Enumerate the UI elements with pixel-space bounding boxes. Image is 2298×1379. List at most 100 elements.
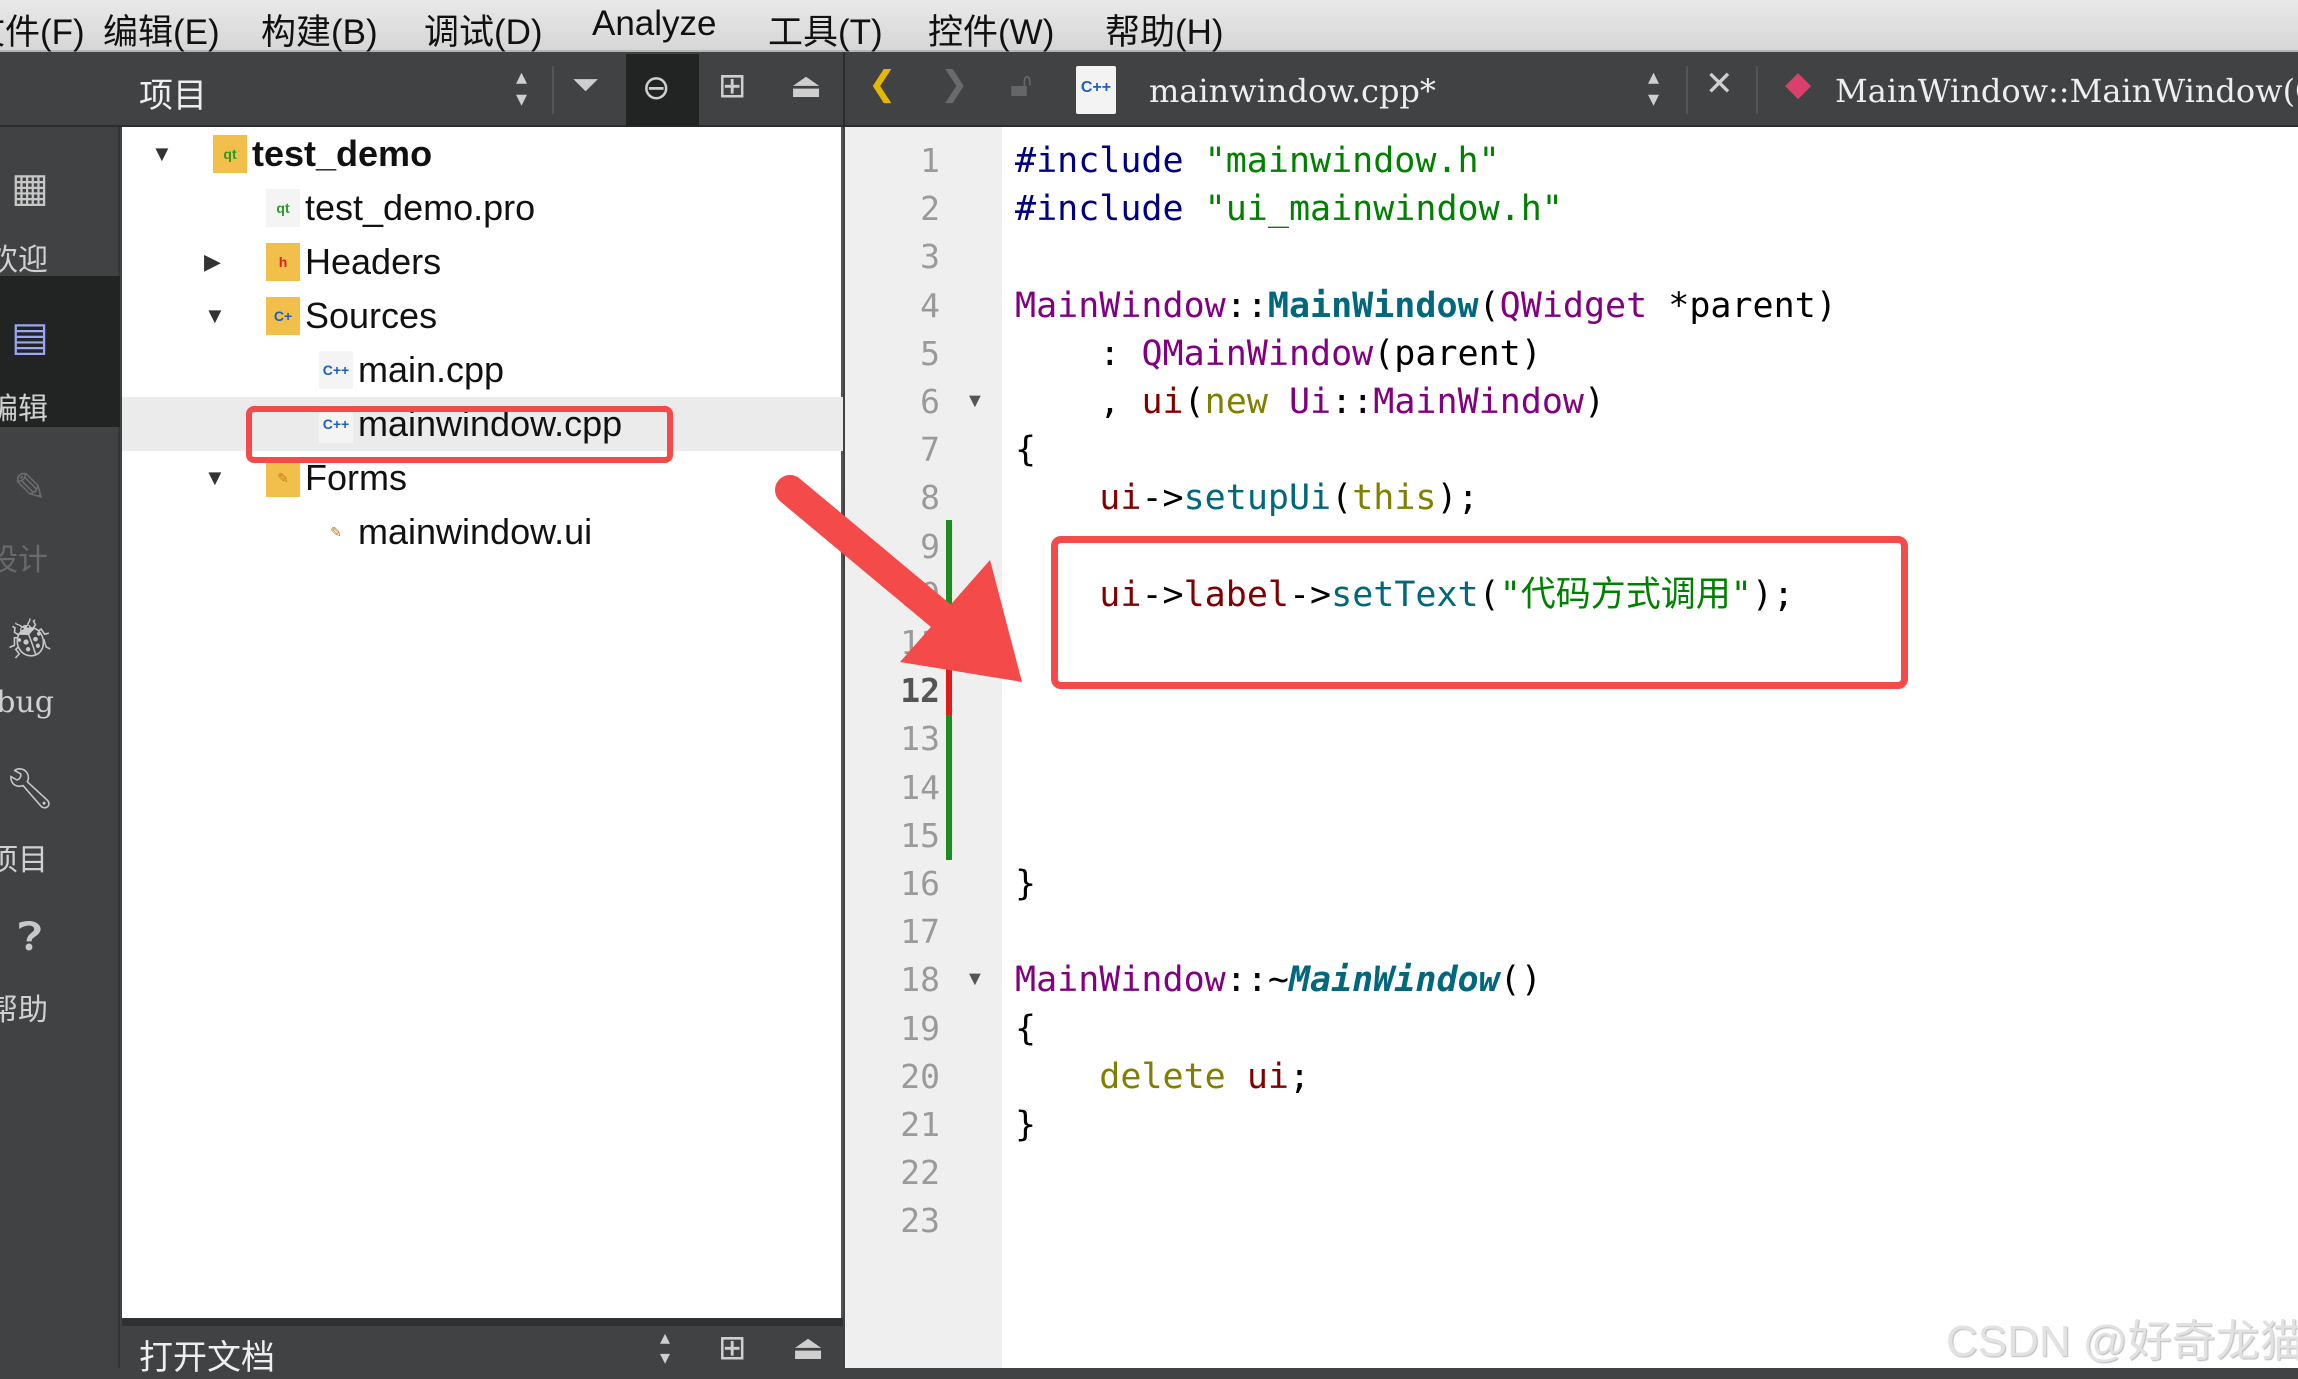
code-token: this	[1352, 478, 1437, 519]
line-number: 13	[900, 719, 940, 759]
code-token: MainWindow	[1015, 960, 1226, 1001]
menu-help[interactable]: 帮助(H)	[1105, 4, 1224, 55]
menu-debug[interactable]: 调试(D)	[424, 4, 543, 55]
code-token: setupUi	[1183, 478, 1332, 519]
code-token: ->	[1141, 478, 1184, 519]
code-token: ::	[1331, 382, 1374, 422]
expand-arrow-icon[interactable]: ▼	[151, 141, 173, 167]
code-line[interactable]: }	[1015, 1101, 1036, 1149]
back-icon[interactable]: ❮	[868, 64, 897, 104]
collapse-icon[interactable]: ⏏	[790, 66, 822, 106]
code-token: :	[1015, 333, 1142, 374]
mode-0[interactable]: ▦ 欢迎	[0, 127, 120, 277]
code-token: ::~	[1225, 960, 1289, 1001]
code-line[interactable]: MainWindow::~MainWindow()	[1015, 956, 1542, 1004]
mode-1[interactable]: ▤ 编辑	[0, 276, 120, 427]
filter-icon[interactable]: ⏷	[572, 66, 599, 105]
open-documents-title: 打开文档	[139, 1339, 275, 1377]
document-switch-icon[interactable]: ▴ ▾	[1648, 66, 1659, 110]
tree-item-label: mainwindow.ui	[358, 511, 593, 552]
menu-tools[interactable]: 工具(T)	[768, 4, 883, 55]
mode-4[interactable]: 🔧︎ 项目	[0, 727, 120, 877]
code-line[interactable]: }	[1015, 860, 1036, 908]
tree-item[interactable]: ▶ h Headers	[122, 235, 843, 289]
watermark: CSDN @好奇龙猫	[1946, 1317, 2298, 1366]
code-line[interactable]: {	[1015, 1005, 1036, 1053]
mode-5[interactable]: ❓︎ 帮助	[0, 877, 120, 1027]
updown-icon[interactable]: ▴ ▾	[516, 66, 527, 110]
tree-item[interactable]: ▼ C+ Sources	[122, 289, 843, 343]
code-token: ,	[1015, 382, 1142, 422]
code-line[interactable]: : QMainWindow(parent)	[1015, 330, 1542, 378]
tree-item-label: Sources	[305, 295, 438, 336]
menu-build[interactable]: 构建(B)	[261, 4, 378, 55]
unlock-icon[interactable]: 🔓︎	[1010, 66, 1032, 105]
code-token: MainWindow	[1288, 960, 1500, 1001]
code-line[interactable]: #include "ui_mainwindow.h"	[1015, 185, 1563, 233]
line-number: 5	[920, 333, 940, 373]
line-number: 2	[920, 189, 940, 229]
fold-arrow-icon[interactable]: ▼	[965, 390, 985, 413]
code-editor[interactable]: 1 2 3 4 5 6 ▼ 7 8 9 10 11 12 13 14 15 16 17 18 ▼ 19 20 21 22 23 …	[845, 127, 2298, 1368]
code-line[interactable]: ui->setupUi(this);	[1015, 474, 1479, 522]
editor-filename[interactable]: mainwindow.cpp*	[1149, 72, 1436, 110]
qt-pro-file-icon: qt	[266, 189, 300, 227]
tree-item[interactable]: ▼ qt test_demo	[122, 127, 843, 181]
split-icon[interactable]: ⊞	[718, 66, 747, 106]
line-number: 7	[920, 430, 940, 470]
cpp-file-icon: C++	[319, 351, 353, 389]
line-number: 6	[920, 382, 940, 421]
expand-arrow-icon[interactable]: ▼	[204, 303, 226, 329]
line-number: 21	[900, 1105, 940, 1144]
code-token: );	[1436, 478, 1479, 519]
line-number: 4	[920, 285, 940, 325]
tree-item[interactable]: ✎ mainwindow.ui	[122, 505, 843, 559]
forward-icon[interactable]: ❯	[940, 64, 969, 104]
code-line[interactable]: delete ui;	[1015, 1053, 1310, 1101]
code-token: *parent)	[1647, 285, 1837, 326]
line-number: 14	[900, 767, 940, 807]
code-line[interactable]: MainWindow::MainWindow(QWidget *parent)	[1015, 282, 1837, 330]
line-number: 22	[900, 1153, 940, 1193]
sources-folder-icon: C+	[266, 297, 300, 335]
tree-item[interactable]: qt test_demo.pro	[122, 181, 843, 235]
menu-file[interactable]: 文件(F)	[0, 4, 85, 55]
tree-item-label: Headers	[305, 241, 442, 282]
mode-3[interactable]: 🐞︎ Debug	[0, 577, 120, 727]
code-token: Ui	[1288, 382, 1332, 422]
menu-bar: 文件(F) 编辑(E) 构建(B) 调试(D) Analyze 工具(T) 控件…	[0, 0, 2298, 52]
tree-item[interactable]: C++ main.cpp	[122, 343, 843, 397]
menu-widgets[interactable]: 控件(W)	[928, 4, 1054, 55]
line-number: 8	[920, 478, 940, 518]
mode-label: Debug	[0, 685, 54, 720]
mode-2[interactable]: ✎ 设计	[0, 427, 120, 577]
bug-icon: 🐞︎	[4, 617, 56, 661]
expand-arrow-icon[interactable]: ▼	[204, 465, 226, 491]
tree-item-label: Forms	[305, 457, 407, 498]
symbol-selector[interactable]: MainWindow::MainWindow(QWi	[1835, 72, 2298, 110]
link-button[interactable]: ⊖	[626, 54, 699, 126]
mode-label: 设计	[0, 543, 48, 577]
edit-doc-icon: ▤	[11, 315, 49, 359]
qt-project-folder-icon: qt	[213, 135, 247, 173]
updown-icon[interactable]: ▴ ▾	[660, 1328, 670, 1368]
collapse-arrow-icon[interactable]: ▶	[204, 249, 221, 275]
code-line[interactable]: #include "mainwindow.h"	[1015, 137, 1500, 185]
collapse-icon[interactable]: ⏏	[792, 1328, 824, 1368]
close-document-icon[interactable]: ✕	[1705, 64, 1734, 104]
code-token: }	[1015, 1105, 1037, 1145]
link-icon: ⊖	[642, 69, 671, 107]
code-line[interactable]: {	[1015, 426, 1036, 474]
line-number: 15	[900, 815, 940, 855]
code-token: ui	[1141, 382, 1184, 422]
menu-analyze[interactable]: Analyze	[592, 4, 717, 44]
split-icon[interactable]: ⊞	[718, 1328, 747, 1368]
mode-label: 项目	[0, 843, 48, 877]
line-number: 19	[900, 1008, 940, 1048]
code-line[interactable]: , ui(new Ui::MainWindow)	[1015, 378, 1605, 426]
menu-edit[interactable]: 编辑(E)	[103, 4, 220, 55]
pencil-icon: ✎	[13, 466, 47, 510]
code-token: #include	[1015, 141, 1205, 181]
fold-arrow-icon[interactable]: ▼	[965, 968, 985, 991]
